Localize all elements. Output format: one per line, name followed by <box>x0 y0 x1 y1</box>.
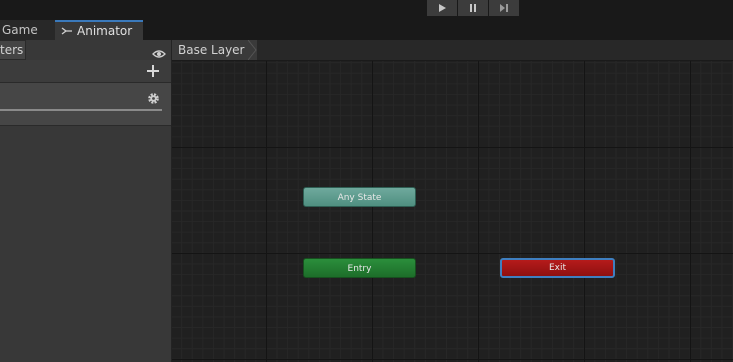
parameters-header <box>0 60 171 83</box>
breadcrumb-arrow-icon <box>248 40 257 60</box>
state-node-entry[interactable]: Entry <box>303 258 416 278</box>
plus-icon[interactable] <box>146 63 160 77</box>
breadcrumb-base-layer: Base Layer <box>178 43 245 57</box>
animator-graph[interactable] <box>172 61 733 362</box>
parameters-tab[interactable]: ters <box>0 40 26 60</box>
breadcrumb[interactable]: Base Layer <box>172 40 257 60</box>
play-button[interactable] <box>427 0 457 16</box>
parameter-divider <box>0 109 162 111</box>
playmode-controls <box>427 0 520 16</box>
animator-icon <box>61 27 72 35</box>
step-icon <box>500 4 508 12</box>
parameter-row[interactable] <box>0 83 171 126</box>
pause-icon <box>470 4 476 12</box>
pause-button[interactable] <box>458 0 488 16</box>
play-icon <box>439 4 446 12</box>
tab-game-label: Game <box>2 23 38 37</box>
tab-animator-label: Animator <box>77 24 133 38</box>
tab-bar: Game Animator <box>0 20 733 41</box>
step-button[interactable] <box>489 0 519 16</box>
gear-icon[interactable] <box>147 90 160 109</box>
state-node-any-state[interactable]: Any State <box>303 187 416 207</box>
state-node-exit[interactable]: Exit <box>500 258 615 278</box>
tab-animator[interactable]: Animator <box>55 20 143 40</box>
breadcrumb-bar: Base Layer <box>172 40 733 61</box>
parameters-panel: ters <box>0 40 172 362</box>
top-toolbar <box>0 0 733 20</box>
tab-game[interactable]: Game <box>0 20 56 40</box>
